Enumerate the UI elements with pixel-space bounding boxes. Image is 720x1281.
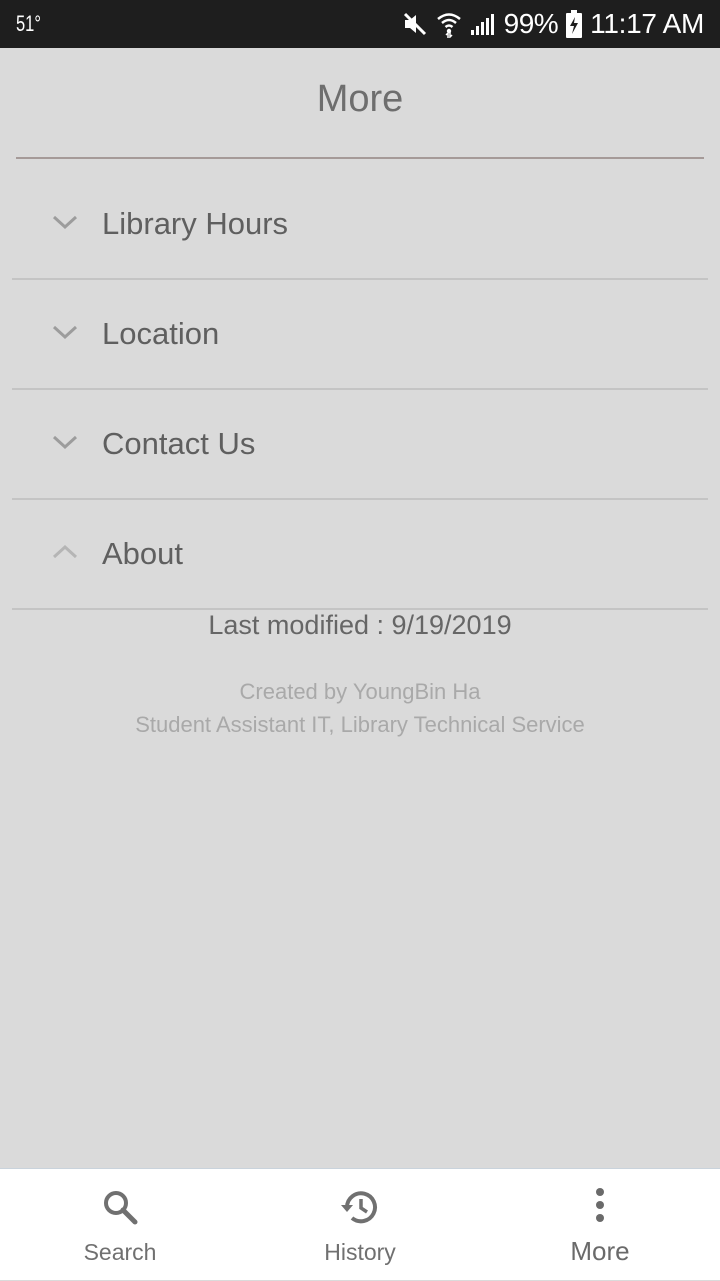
chevron-down-icon [52,212,78,232]
accordion-item-location[interactable]: Location [12,280,708,390]
accordion-label: Location [102,316,220,351]
last-modified-text: Last modified : 9/19/2019 [208,610,512,640]
history-icon [338,1187,382,1232]
accordion-label: Library Hours [102,206,289,241]
nav-search[interactable]: Search [0,1169,240,1281]
signal-icon [470,12,496,36]
battery-charging-icon [566,10,583,38]
accordion-item-about[interactable]: About [12,500,708,610]
status-icons: 99% 11:17 AM [402,0,704,48]
battery-percent: 99% [503,8,559,39]
page-title: More [316,78,404,120]
about-content: Last modified : 9/19/2019 Created by You… [0,608,720,741]
chevron-up-icon [52,542,78,562]
search-icon [100,1187,140,1232]
wifi-icon [436,10,462,38]
created-by-text: Created by YoungBin Ha [239,679,481,704]
chevron-down-icon [52,432,78,452]
nav-history[interactable]: History [240,1169,480,1281]
accordion-label: Contact Us [102,426,256,461]
chevron-down-icon [52,322,78,342]
nav-label: History [324,1239,396,1265]
nav-more[interactable]: More [480,1169,720,1281]
accordion: Library Hours Location Contact Us About [12,170,708,610]
bottom-nav: Search History More [0,1168,720,1280]
more-vertical-icon [594,1187,606,1228]
nav-label: Search [83,1239,157,1265]
status-temperature: 51° [16,11,41,36]
role-text: Student Assistant IT, Library Technical … [135,712,585,737]
accordion-item-library-hours[interactable]: Library Hours [12,170,708,280]
status-bar: 51° 99% 11:17 AM [0,0,720,48]
nav-label: More [570,1236,630,1266]
credits: Created by YoungBin Ha Student Assistant… [0,675,720,741]
accordion-item-contact-us[interactable]: Contact Us [12,390,708,500]
accordion-label: About [102,536,184,571]
status-time: 11:17 AM [590,8,704,39]
mute-icon [402,11,428,37]
title-divider [16,157,704,159]
